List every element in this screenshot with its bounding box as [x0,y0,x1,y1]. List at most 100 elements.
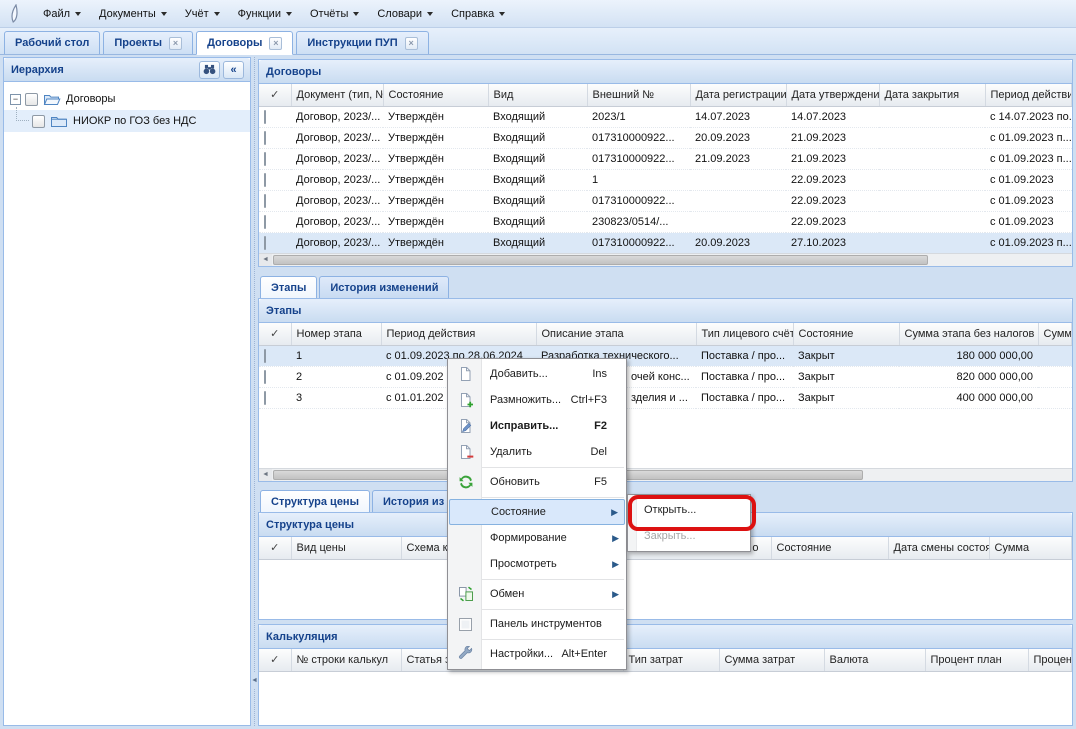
table-row[interactable]: Договор, 2023/...УтверждёнВходящий122.09… [259,169,1072,190]
column-header[interactable]: ✓ [259,537,291,559]
menubar-item[interactable]: Отчёты [301,4,368,24]
table-row[interactable]: Договор, 2023/...УтверждёнВходящий017310… [259,190,1072,211]
contracts-hscrollbar[interactable]: ◄ [259,253,1072,266]
stages-hscrollbar[interactable]: ◄ [259,468,1072,481]
column-header[interactable]: Номер этапа [291,323,381,345]
submenu-item[interactable]: Открыть... [628,497,750,523]
column-header[interactable]: Сумма этапа без налогов [899,323,1038,345]
scrollbar-thumb[interactable] [273,255,928,265]
tab-Рабочий стол[interactable]: Рабочий стол [4,31,100,54]
scroll-left-arrow[interactable]: ◄ [259,469,272,481]
table-cell: Утверждён [383,127,488,148]
scroll-left-arrow[interactable]: ◄ [259,254,272,266]
column-header[interactable]: Сумма [1038,323,1072,345]
context-menu-item[interactable]: УдалитьDel [449,439,625,465]
context-menu-item[interactable]: Просмотреть▶ [449,551,625,577]
tab-close-icon[interactable]: × [169,37,182,50]
column-header[interactable]: Дата закрытия [879,84,985,106]
column-header[interactable]: ✓ [259,649,291,671]
submenu-arrow-icon: ▶ [612,533,619,544]
tab-close-icon[interactable]: × [269,37,282,50]
scroll-left-arrow[interactable]: ◄ [251,673,258,689]
column-header[interactable]: Процент ф [1028,649,1072,671]
collapse-panel-button[interactable]: « [223,61,244,79]
column-header[interactable]: Дата регистрации. [690,84,786,106]
table-row[interactable]: 3с 01.01.202зделия и ...Поставка / про..… [259,387,1072,408]
menubar-item[interactable]: Учёт [176,4,229,24]
column-header[interactable]: Сумма затрат [719,649,824,671]
table-row[interactable]: Договор, 2023/...УтверждёнВходящий017310… [259,232,1072,253]
column-header[interactable]: Валюта [824,649,925,671]
table-cell: 22.09.2023 [786,190,879,211]
column-header[interactable]: Описание этапа [536,323,696,345]
column-header[interactable]: Состояние [793,323,899,345]
price-tab[interactable]: Структура цены [260,490,370,512]
menubar-item[interactable]: Функции [229,4,301,24]
menubar-item[interactable]: Файл [34,4,90,24]
context-menu-item[interactable]: ОбновитьF5 [449,469,625,495]
table-row[interactable]: Договор, 2023/...УтверждёнВходящий017310… [259,148,1072,169]
stages-tab[interactable]: История изменений [319,276,449,298]
row-checkbox[interactable] [264,152,266,166]
context-menu-item[interactable]: Добавить...Ins [449,361,625,387]
menubar-item[interactable]: Документы [90,4,176,24]
column-header[interactable]: Дата смены состоя [888,537,989,559]
panel-splitter[interactable]: ◄ [251,57,258,726]
context-menu-item[interactable]: Исправить...F2 [449,413,625,439]
context-menu-item[interactable]: Настройки...Alt+Enter [449,641,625,667]
column-header[interactable]: Вид [488,84,587,106]
table-row[interactable]: 2с 01.09.202очей конс...Поставка / про..… [259,366,1072,387]
row-checkbox[interactable] [264,349,266,363]
row-checkbox[interactable] [264,215,266,229]
column-header[interactable]: ✓ [259,323,291,345]
table-row[interactable]: Договор, 2023/...УтверждёнВходящий2023/1… [259,106,1072,127]
tab-Договоры[interactable]: Договоры× [196,31,293,55]
context-menu-item[interactable]: Размножить...Ctrl+F3 [449,387,625,413]
node-checkbox[interactable] [32,115,45,128]
menu-item-label: Удалить [490,446,532,458]
menubar-item[interactable]: Словари [368,4,442,24]
column-header[interactable]: Процент план [925,649,1028,671]
row-checkbox[interactable] [264,173,266,187]
node-checkbox[interactable] [25,93,38,106]
column-header[interactable]: Период действия [381,323,536,345]
column-header[interactable]: Период действия... [985,84,1072,106]
tab-Проекты[interactable]: Проекты× [103,31,193,54]
column-header[interactable]: Вид цены [291,537,401,559]
column-header[interactable]: Тип затрат [623,649,719,671]
table-cell: Поставка / про... [696,366,793,387]
table-row[interactable]: Договор, 2023/...УтверждёнВходящий230823… [259,211,1072,232]
row-checkbox[interactable] [264,131,266,145]
context-menu-item[interactable]: Обмен▶ [449,581,625,607]
table-row[interactable]: Договор, 2023/...УтверждёнВходящий017310… [259,127,1072,148]
column-header[interactable]: № строки калькул [291,649,401,671]
column-header[interactable]: Тип лицевого счёт [696,323,793,345]
menubar-item[interactable]: Справка [442,4,514,24]
row-checkbox[interactable] [264,236,266,250]
column-header[interactable]: Состояние [383,84,488,106]
price-tab[interactable]: История из [372,490,455,512]
context-menu-item[interactable]: Состояние▶ [449,499,625,525]
column-header[interactable]: Состояние [771,537,888,559]
row-checkbox[interactable] [264,194,266,208]
column-header[interactable]: Документ (тип, № [291,84,383,106]
table-cell: с 01.09.2023 [985,169,1072,190]
row-checkbox[interactable] [264,110,266,124]
context-menu-item[interactable]: Формирование▶ [449,525,625,551]
tree-node[interactable]: НИОКР по ГОЗ без НДС [4,110,250,132]
column-header[interactable]: Дата утверждения [786,84,879,106]
tree-node[interactable]: −Договоры [4,88,250,110]
stages-tab[interactable]: Этапы [260,276,317,298]
column-header[interactable]: ✓ [259,84,291,106]
context-menu-item[interactable]: Панель инструментов [449,611,625,637]
table-row[interactable]: 1с 01.09.2023 по 28.06.2024Разработка те… [259,345,1072,366]
tab-close-icon[interactable]: × [405,37,418,50]
row-checkbox[interactable] [264,370,266,384]
column-header[interactable]: Сумма [989,537,1072,559]
table-cell: Утверждён [383,232,488,253]
row-checkbox[interactable] [264,391,266,405]
column-header[interactable]: Внешний № [587,84,690,106]
tree-expander-icon[interactable]: − [10,94,21,105]
tab-Инструкции ПУП[interactable]: Инструкции ПУП× [296,31,428,54]
search-button[interactable] [199,61,220,79]
